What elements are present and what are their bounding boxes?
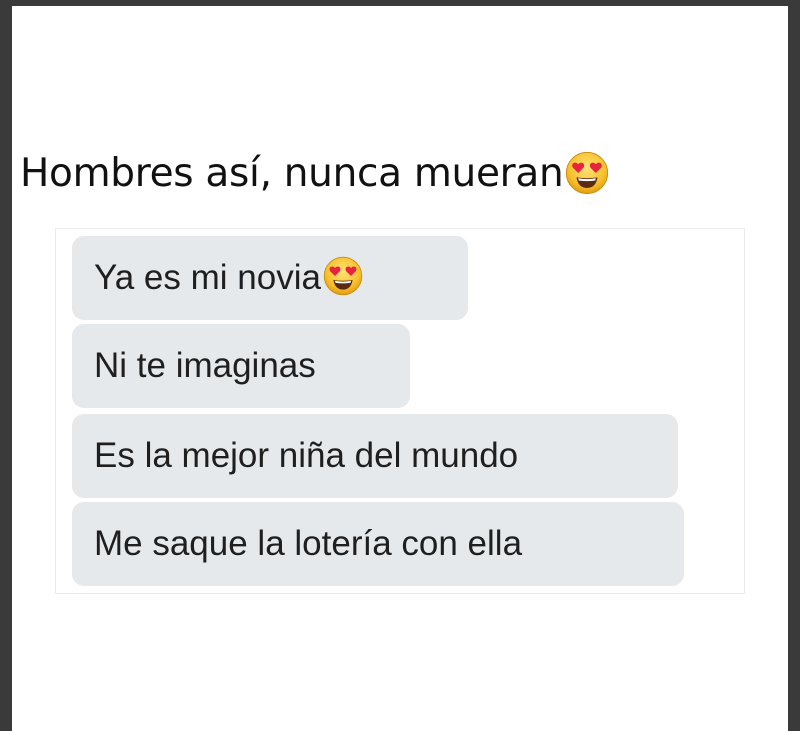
message-bubble: Es la mejor niña del mundo	[72, 414, 678, 498]
message-text: Me saque la lotería con ella	[94, 524, 523, 563]
message-bubble: Ni te imaginas	[72, 324, 410, 408]
headline-text: Hombres así, nunca mueran	[20, 151, 564, 196]
meme-headline: Hombres así, nunca mueran	[20, 146, 609, 202]
heart-eyes-emoji-icon	[565, 151, 609, 195]
heart-eyes-emoji-icon	[323, 256, 363, 296]
message-text: Es la mejor niña del mundo	[94, 436, 519, 475]
message-text: Ya es mi novia	[94, 258, 321, 297]
message-bubble: Ya es mi novia	[72, 236, 468, 320]
message-text: Ni te imaginas	[94, 346, 316, 385]
message-bubble: Me saque la lotería con ella	[72, 502, 684, 586]
